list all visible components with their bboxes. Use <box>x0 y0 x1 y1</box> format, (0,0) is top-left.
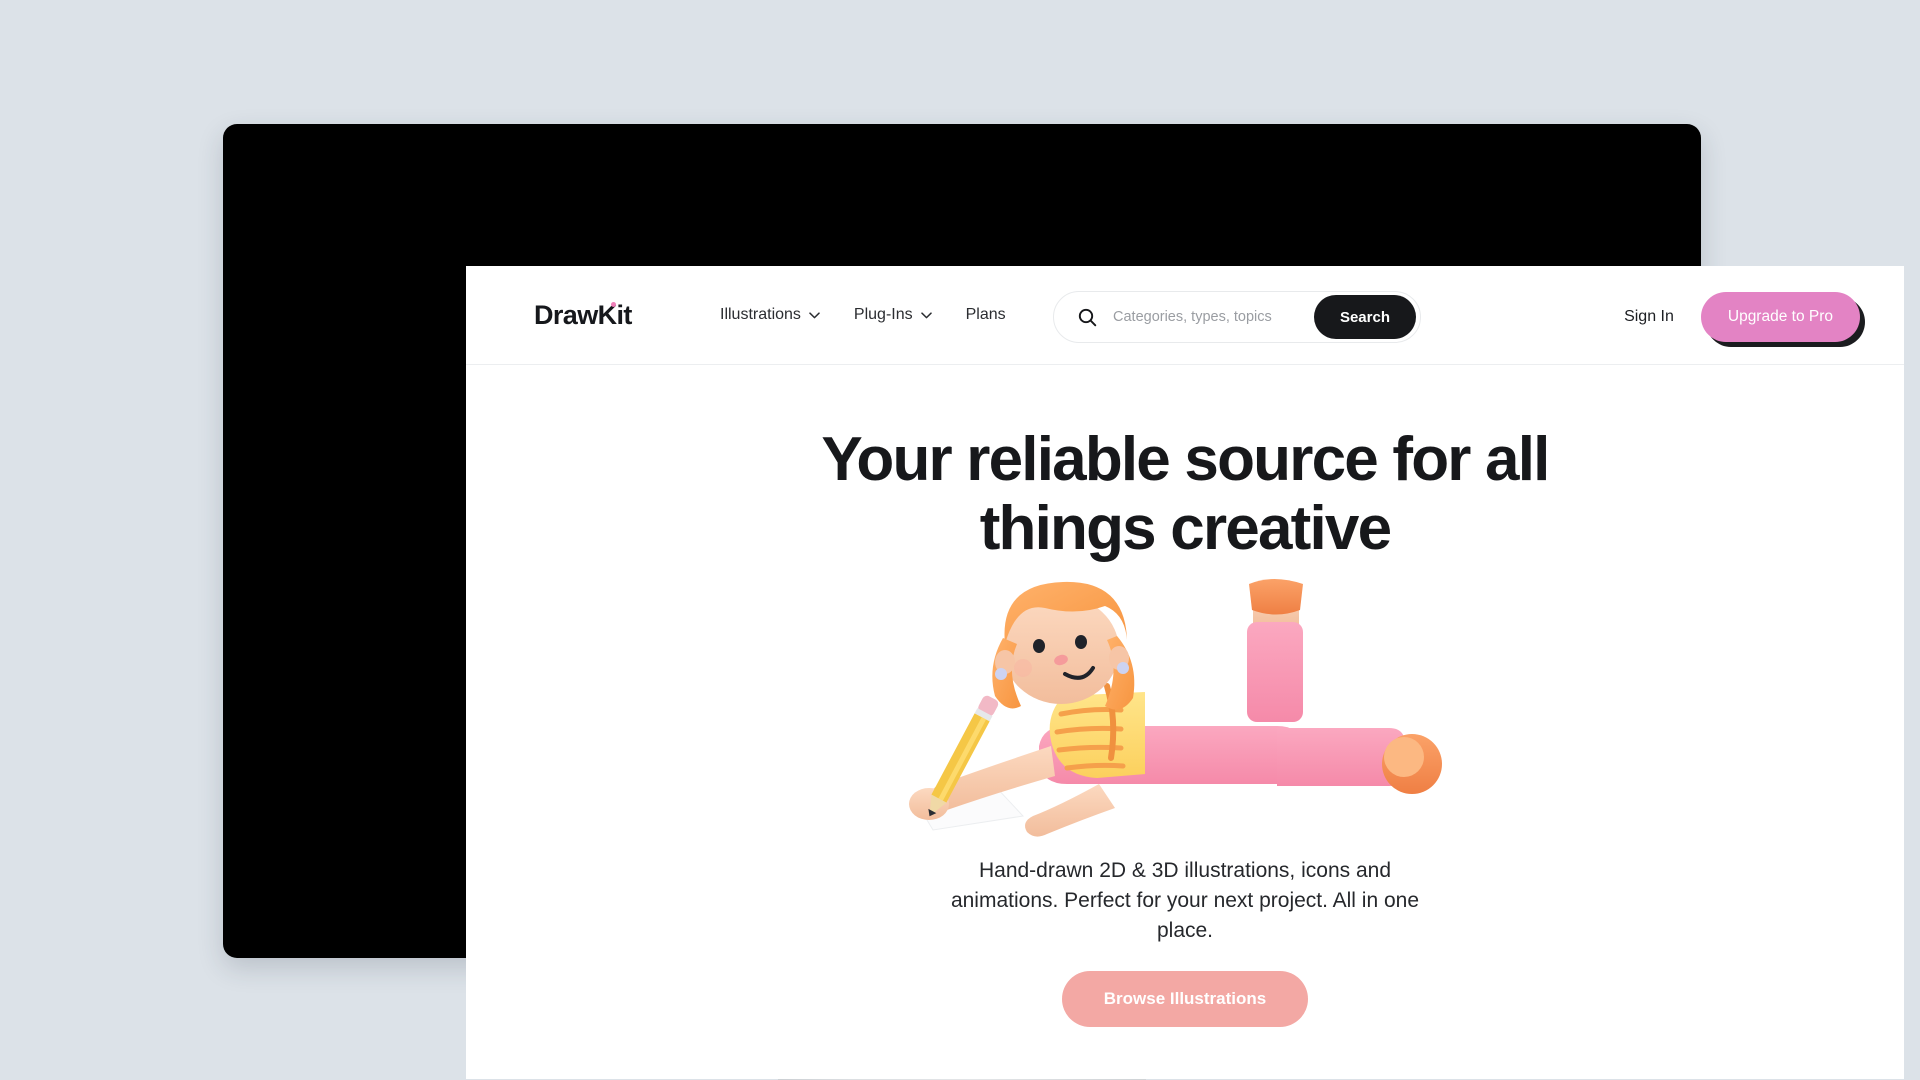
hero-cta-wrapper: Browse Illustrations <box>466 971 1904 1028</box>
sign-in-link[interactable]: Sign In <box>1624 308 1674 326</box>
nav-item-label: Plug-Ins <box>853 306 913 323</box>
girl-drawing-3d-illustration <box>909 578 1442 837</box>
page-title: Your reliable source for all things crea… <box>821 425 1550 564</box>
search-button[interactable]: Search <box>1313 295 1416 339</box>
search-icon <box>1078 308 1097 327</box>
hero-subtext: Hand-drawn 2D & 3D illustrations, icons … <box>950 858 1420 942</box>
upgrade-button-wrapper: Upgrade to Pro <box>1700 292 1865 347</box>
chevron-down-icon <box>920 311 932 319</box>
browse-illustrations-button[interactable]: Browse Illustrations <box>1061 971 1309 1028</box>
chevron-down-icon <box>809 311 820 319</box>
main-navigation: Illustrations Plug-Ins Plans <box>720 306 1006 324</box>
nav-item-label: Plans <box>965 306 1006 323</box>
upgrade-to-pro-button[interactable]: Upgrade to Pro <box>1700 292 1860 342</box>
header-actions: Sign In Upgrade to Pro <box>1624 292 1865 347</box>
scene: DrawKit Illustrations Plug-Ins Plans Cat… <box>0 0 1920 1080</box>
site-header: DrawKit Illustrations Plug-Ins Plans Cat… <box>466 266 1904 365</box>
brand-logo-text: DrawKit <box>534 300 632 330</box>
brand-logo-dot-icon <box>610 302 616 307</box>
brand-logo[interactable]: DrawKit <box>534 300 632 331</box>
search-bar: Search <box>1053 291 1421 343</box>
nav-item-plugins[interactable]: Plug-Ins <box>854 306 932 324</box>
hero-section: Your reliable source for all things crea… <box>466 425 1904 1028</box>
monitor-bezel: DrawKit Illustrations Plug-Ins Plans Cat… <box>223 124 1904 1079</box>
search-input[interactable] <box>1113 309 1314 325</box>
nav-item-illustrations[interactable]: Illustrations <box>720 306 820 324</box>
monitor-screen: DrawKit Illustrations Plug-Ins Plans Cat… <box>466 266 1904 1079</box>
nav-item-plans[interactable]: Plans <box>966 306 1006 324</box>
hero-illustration-wrapper <box>466 578 1904 850</box>
nav-item-label: Illustrations <box>720 306 801 323</box>
